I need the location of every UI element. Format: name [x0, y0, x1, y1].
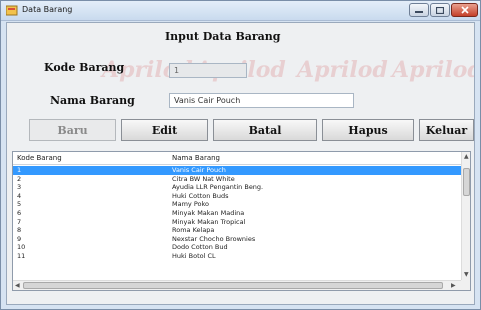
- cell-nama-barang: Vanis Cair Pouch: [172, 166, 226, 174]
- keluar-button[interactable]: Keluar: [419, 119, 474, 141]
- cell-kode-barang: 8: [17, 226, 22, 235]
- cell-kode-barang: 5: [17, 200, 22, 209]
- cell-nama-barang: Huki Botol CL: [172, 251, 216, 260]
- cell-kode-barang: 11: [17, 251, 26, 260]
- maximize-icon: [436, 6, 444, 14]
- nama-barang-label: Nama Barang: [50, 94, 135, 107]
- background-watermark: Aprilod: [297, 57, 388, 83]
- form-client-area: Aprilod Aprilod Aprilod Aprilod Input Da…: [6, 22, 475, 305]
- kode-barang-label: Kode Barang: [44, 61, 125, 74]
- table-row[interactable]: 7 Minyak Makan Tropical: [13, 218, 461, 227]
- background-watermark: Aprilod: [392, 57, 475, 83]
- scroll-up-icon[interactable]: ▲: [464, 153, 469, 160]
- cell-nama-barang: Huki Cotton Buds: [172, 191, 229, 200]
- horizontal-scrollbar[interactable]: ◀ ▶: [13, 280, 461, 290]
- scroll-right-icon[interactable]: ▶: [451, 282, 456, 289]
- title-bar[interactable]: Data Barang: [1, 1, 480, 21]
- cell-kode-barang: 7: [17, 217, 22, 226]
- cell-nama-barang: Mamy Poko: [172, 200, 210, 209]
- vertical-scrollbar[interactable]: ▲ ▼: [461, 152, 470, 280]
- table-row[interactable]: 3 Ayudia LLR Pengantin Beng.: [13, 183, 461, 192]
- app-window: Data Barang Aprilod Aprilod Aprilod Apri…: [0, 0, 481, 310]
- scrollbar-corner: [461, 280, 470, 290]
- table-row[interactable]: 11 Huki Botol CL: [13, 252, 461, 261]
- table-row[interactable]: 2 Citra BW Nat White: [13, 175, 461, 184]
- table-row[interactable]: 10 Dodo Cotton Bud: [13, 243, 461, 252]
- grid-header: Kode Barang Nama Barang: [13, 152, 461, 165]
- horizontal-scroll-thumb[interactable]: [23, 282, 443, 289]
- maximize-button[interactable]: [430, 3, 450, 17]
- cell-nama-barang: Dodo Cotton Bud: [172, 243, 228, 252]
- minimize-button[interactable]: [409, 3, 429, 17]
- cell-kode-barang: 1: [17, 166, 22, 174]
- cell-kode-barang: 10: [17, 243, 26, 252]
- grid-rows: 1 Vanis Cair Pouch 2 Citra BW Nat White 3 Ayu…: [13, 166, 461, 261]
- kode-barang-field[interactable]: 1: [169, 63, 247, 78]
- cell-nama-barang: Nexstar Chocho Brownies: [172, 234, 256, 243]
- close-button[interactable]: [451, 3, 478, 17]
- nama-barang-field[interactable]: Vanis Cair Pouch: [169, 93, 354, 108]
- cell-kode-barang: 9: [17, 234, 22, 243]
- cell-kode-barang: 4: [17, 191, 22, 200]
- cell-nama-barang: Minyak Makan Tropical: [172, 217, 246, 226]
- column-header-kode[interactable]: Kode Barang: [17, 154, 62, 162]
- vertical-scroll-thumb[interactable]: [463, 168, 470, 196]
- close-icon: [460, 6, 469, 14]
- table-row[interactable]: 1 Vanis Cair Pouch: [13, 166, 461, 175]
- table-row[interactable]: 8 Roma Kelapa: [13, 226, 461, 235]
- cell-nama-barang: Minyak Makan Madina: [172, 208, 245, 217]
- hapus-button[interactable]: Hapus: [322, 119, 414, 141]
- edit-button[interactable]: Edit: [121, 119, 208, 141]
- form-heading: Input Data Barang: [165, 30, 281, 43]
- table-row[interactable]: 9 Nexstar Chocho Brownies: [13, 235, 461, 244]
- barang-data-grid[interactable]: Kode Barang Nama Barang 1 Vanis Cair Pouc…: [12, 151, 471, 291]
- minimize-icon: [415, 11, 423, 13]
- app-icon: [6, 5, 18, 16]
- batal-button[interactable]: Batal: [213, 119, 317, 141]
- cell-kode-barang: 2: [17, 174, 22, 183]
- cell-nama-barang: Citra BW Nat White: [172, 174, 235, 183]
- table-row[interactable]: 5 Mamy Poko: [13, 200, 461, 209]
- cell-nama-barang: Ayudia LLR Pengantin Beng.: [172, 183, 264, 192]
- cell-nama-barang: Roma Kelapa: [172, 226, 215, 235]
- cell-kode-barang: 6: [17, 208, 22, 217]
- scroll-left-icon[interactable]: ◀: [15, 282, 20, 289]
- baru-button[interactable]: Baru: [29, 119, 116, 141]
- cell-kode-barang: 3: [17, 183, 22, 192]
- table-row[interactable]: 6 Minyak Makan Madina: [13, 209, 461, 218]
- column-header-nama[interactable]: Nama Barang: [172, 154, 220, 162]
- table-row[interactable]: 4 Huki Cotton Buds: [13, 192, 461, 201]
- window-title: Data Barang: [22, 5, 73, 14]
- scroll-down-icon[interactable]: ▼: [464, 271, 469, 278]
